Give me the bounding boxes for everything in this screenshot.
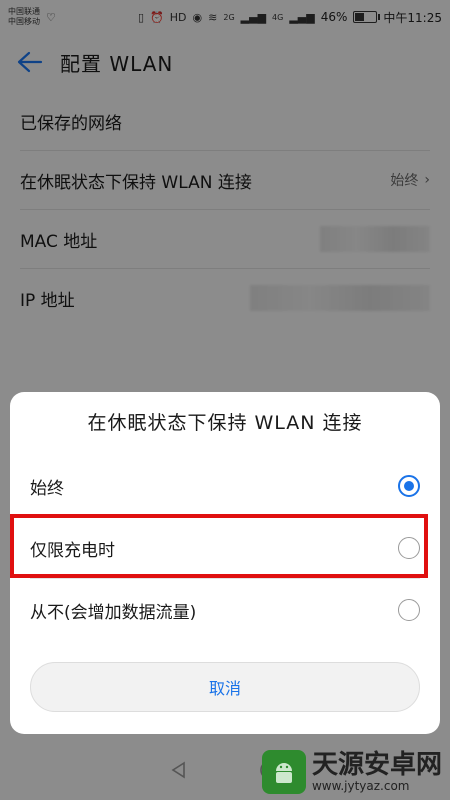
keep-wlan-dialog: 在休眠状态下保持 WLAN 连接 始终 仅限充电时 从不(会增加数据流量) 取消 [10,392,440,734]
watermark-title: 天源安卓网 [311,750,442,781]
option-never[interactable]: 从不(会增加数据流量) [30,580,420,640]
android-logo-icon [261,750,306,794]
red-highlight-annotation [10,514,428,578]
screen: 中国联通 中国移动 ♡ ▯ ⏰ HD ◉ ≋ 2G ▂▄▆ 4G ▂▄▆ 46%… [0,0,450,800]
cancel-label: 取消 [208,679,241,698]
watermark: 天源安卓网 www.jytyaz.com [261,750,442,794]
option-label: 始终 [30,478,64,499]
dialog-title: 在休眠状态下保持 WLAN 连接 [87,412,363,434]
cancel-button[interactable]: 取消 [30,662,420,712]
nav-back-icon[interactable] [169,760,189,784]
radio-checked-icon[interactable] [398,475,420,497]
radio-unchecked-icon[interactable] [398,599,420,621]
option-label: 从不(会增加数据流量) [30,602,197,623]
option-always[interactable]: 始终 [30,456,420,517]
watermark-url: www.jytyaz.com [311,778,410,793]
